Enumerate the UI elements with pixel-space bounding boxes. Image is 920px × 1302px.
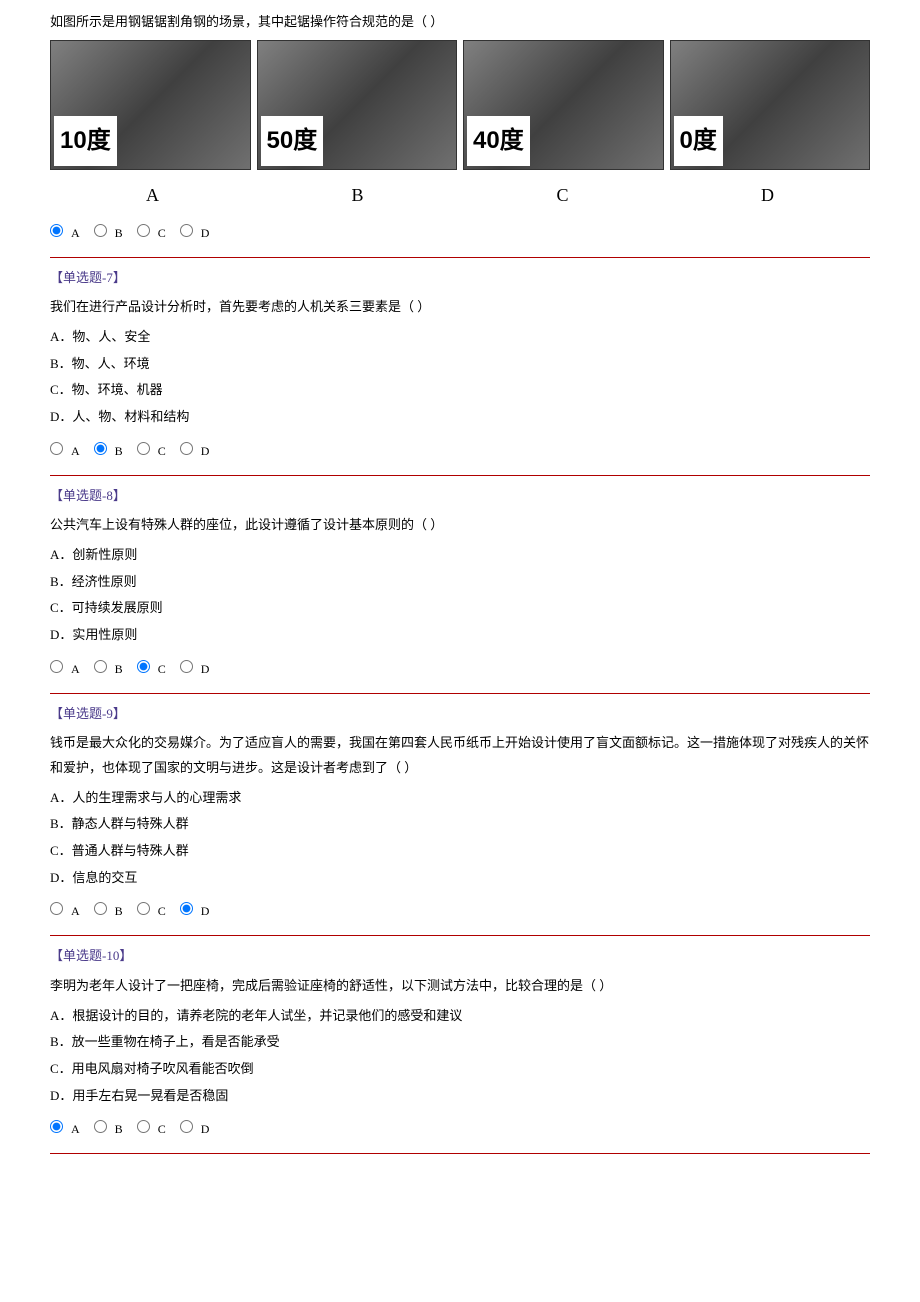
option-b: B．物、人、环境 xyxy=(50,352,870,377)
radio-label: C xyxy=(158,900,166,923)
radio-q8-b[interactable] xyxy=(94,660,107,673)
radio-label: B xyxy=(115,1118,123,1141)
radio-q9-d[interactable] xyxy=(180,902,193,915)
angle-label-c: 40度 xyxy=(467,116,530,166)
divider xyxy=(50,475,870,476)
radio-group-q8: A B C D xyxy=(50,658,870,681)
question-title: 【单选题-7】 xyxy=(50,266,870,291)
radio-label: D xyxy=(201,1118,210,1141)
radio-q8-d[interactable] xyxy=(180,660,193,673)
radio-q6-a[interactable] xyxy=(50,224,63,237)
radio-label: B xyxy=(115,900,123,923)
radio-q6-b[interactable] xyxy=(94,224,107,237)
angle-label-d: 0度 xyxy=(674,116,723,166)
figure-d: 0度 xyxy=(670,40,871,170)
image-label-row: A B C D xyxy=(50,178,870,212)
question-7: 【单选题-7】 我们在进行产品设计分析时，首先要考虑的人机关系三要素是（ ） A… xyxy=(50,266,870,463)
radio-label: B xyxy=(115,440,123,463)
option-d: D．用手左右晃一晃看是否稳固 xyxy=(50,1084,870,1109)
question-text: 公共汽车上设有特殊人群的座位，此设计遵循了设计基本原则的（ ） xyxy=(50,513,870,538)
image-label-d: D xyxy=(665,178,870,212)
question-title: 【单选题-10】 xyxy=(50,944,870,969)
radio-label: A xyxy=(71,658,80,681)
radio-group-q7: A B C D xyxy=(50,440,870,463)
figure-c: 40度 xyxy=(463,40,664,170)
question-6: 如图所示是用钢锯锯割角钢的场景，其中起锯操作符合规范的是（ ） 10度 50度 … xyxy=(50,10,870,245)
radio-label: A xyxy=(71,440,80,463)
radio-q8-a[interactable] xyxy=(50,660,63,673)
radio-label: D xyxy=(201,900,210,923)
option-a: A．物、人、安全 xyxy=(50,325,870,350)
radio-label: D xyxy=(201,658,210,681)
radio-label: B xyxy=(115,222,123,245)
option-d: D．信息的交互 xyxy=(50,866,870,891)
radio-q6-c[interactable] xyxy=(137,224,150,237)
radio-q7-b[interactable] xyxy=(94,442,107,455)
radio-label: D xyxy=(201,440,210,463)
question-text: 我们在进行产品设计分析时，首先要考虑的人机关系三要素是（ ） xyxy=(50,295,870,320)
radio-q10-d[interactable] xyxy=(180,1120,193,1133)
divider xyxy=(50,935,870,936)
figure-a: 10度 xyxy=(50,40,251,170)
image-label-c: C xyxy=(460,178,665,212)
radio-q10-c[interactable] xyxy=(137,1120,150,1133)
option-b: B．放一些重物在椅子上，看是否能承受 xyxy=(50,1030,870,1055)
radio-label: A xyxy=(71,222,80,245)
radio-q10-b[interactable] xyxy=(94,1120,107,1133)
radio-q10-a[interactable] xyxy=(50,1120,63,1133)
radio-q9-a[interactable] xyxy=(50,902,63,915)
image-label-a: A xyxy=(50,178,255,212)
radio-label: C xyxy=(158,1118,166,1141)
radio-group-q6: A B C D xyxy=(50,222,870,245)
radio-q8-c[interactable] xyxy=(137,660,150,673)
image-label-b: B xyxy=(255,178,460,212)
radio-q7-a[interactable] xyxy=(50,442,63,455)
question-text: 如图所示是用钢锯锯割角钢的场景，其中起锯操作符合规范的是（ ） xyxy=(50,10,870,35)
question-title: 【单选题-8】 xyxy=(50,484,870,509)
radio-q9-c[interactable] xyxy=(137,902,150,915)
radio-group-q10: A B C D xyxy=(50,1118,870,1141)
angle-label-a: 10度 xyxy=(54,116,117,166)
radio-label: A xyxy=(71,1118,80,1141)
radio-label: A xyxy=(71,900,80,923)
radio-label: D xyxy=(201,222,210,245)
angle-label-b: 50度 xyxy=(261,116,324,166)
radio-q6-d[interactable] xyxy=(180,224,193,237)
radio-label: B xyxy=(115,658,123,681)
radio-q7-d[interactable] xyxy=(180,442,193,455)
radio-q7-c[interactable] xyxy=(137,442,150,455)
divider xyxy=(50,693,870,694)
radio-label: C xyxy=(158,222,166,245)
radio-q9-b[interactable] xyxy=(94,902,107,915)
question-text: 钱币是最大众化的交易媒介。为了适应盲人的需要，我国在第四套人民币纸币上开始设计使… xyxy=(50,731,870,780)
divider xyxy=(50,257,870,258)
radio-label: C xyxy=(158,658,166,681)
radio-label: C xyxy=(158,440,166,463)
question-8: 【单选题-8】 公共汽车上设有特殊人群的座位，此设计遵循了设计基本原则的（ ） … xyxy=(50,484,870,681)
image-row: 10度 50度 40度 0度 xyxy=(50,40,870,170)
option-d: D．人、物、材料和结构 xyxy=(50,405,870,430)
option-c: C．普通人群与特殊人群 xyxy=(50,839,870,864)
option-a: A．根据设计的目的，请养老院的老年人试坐，并记录他们的感受和建议 xyxy=(50,1004,870,1029)
figure-b: 50度 xyxy=(257,40,458,170)
question-9: 【单选题-9】 钱币是最大众化的交易媒介。为了适应盲人的需要，我国在第四套人民币… xyxy=(50,702,870,924)
option-b: B．经济性原则 xyxy=(50,570,870,595)
question-title: 【单选题-9】 xyxy=(50,702,870,727)
divider xyxy=(50,1153,870,1154)
option-a: A．创新性原则 xyxy=(50,543,870,568)
option-a: A．人的生理需求与人的心理需求 xyxy=(50,786,870,811)
option-b: B．静态人群与特殊人群 xyxy=(50,812,870,837)
option-c: C．用电风扇对椅子吹风看能否吹倒 xyxy=(50,1057,870,1082)
radio-group-q9: A B C D xyxy=(50,900,870,923)
question-10: 【单选题-10】 李明为老年人设计了一把座椅，完成后需验证座椅的舒适性，以下测试… xyxy=(50,944,870,1141)
option-c: C．物、环境、机器 xyxy=(50,378,870,403)
question-text: 李明为老年人设计了一把座椅，完成后需验证座椅的舒适性，以下测试方法中，比较合理的… xyxy=(50,974,870,999)
option-d: D．实用性原则 xyxy=(50,623,870,648)
option-c: C．可持续发展原则 xyxy=(50,596,870,621)
